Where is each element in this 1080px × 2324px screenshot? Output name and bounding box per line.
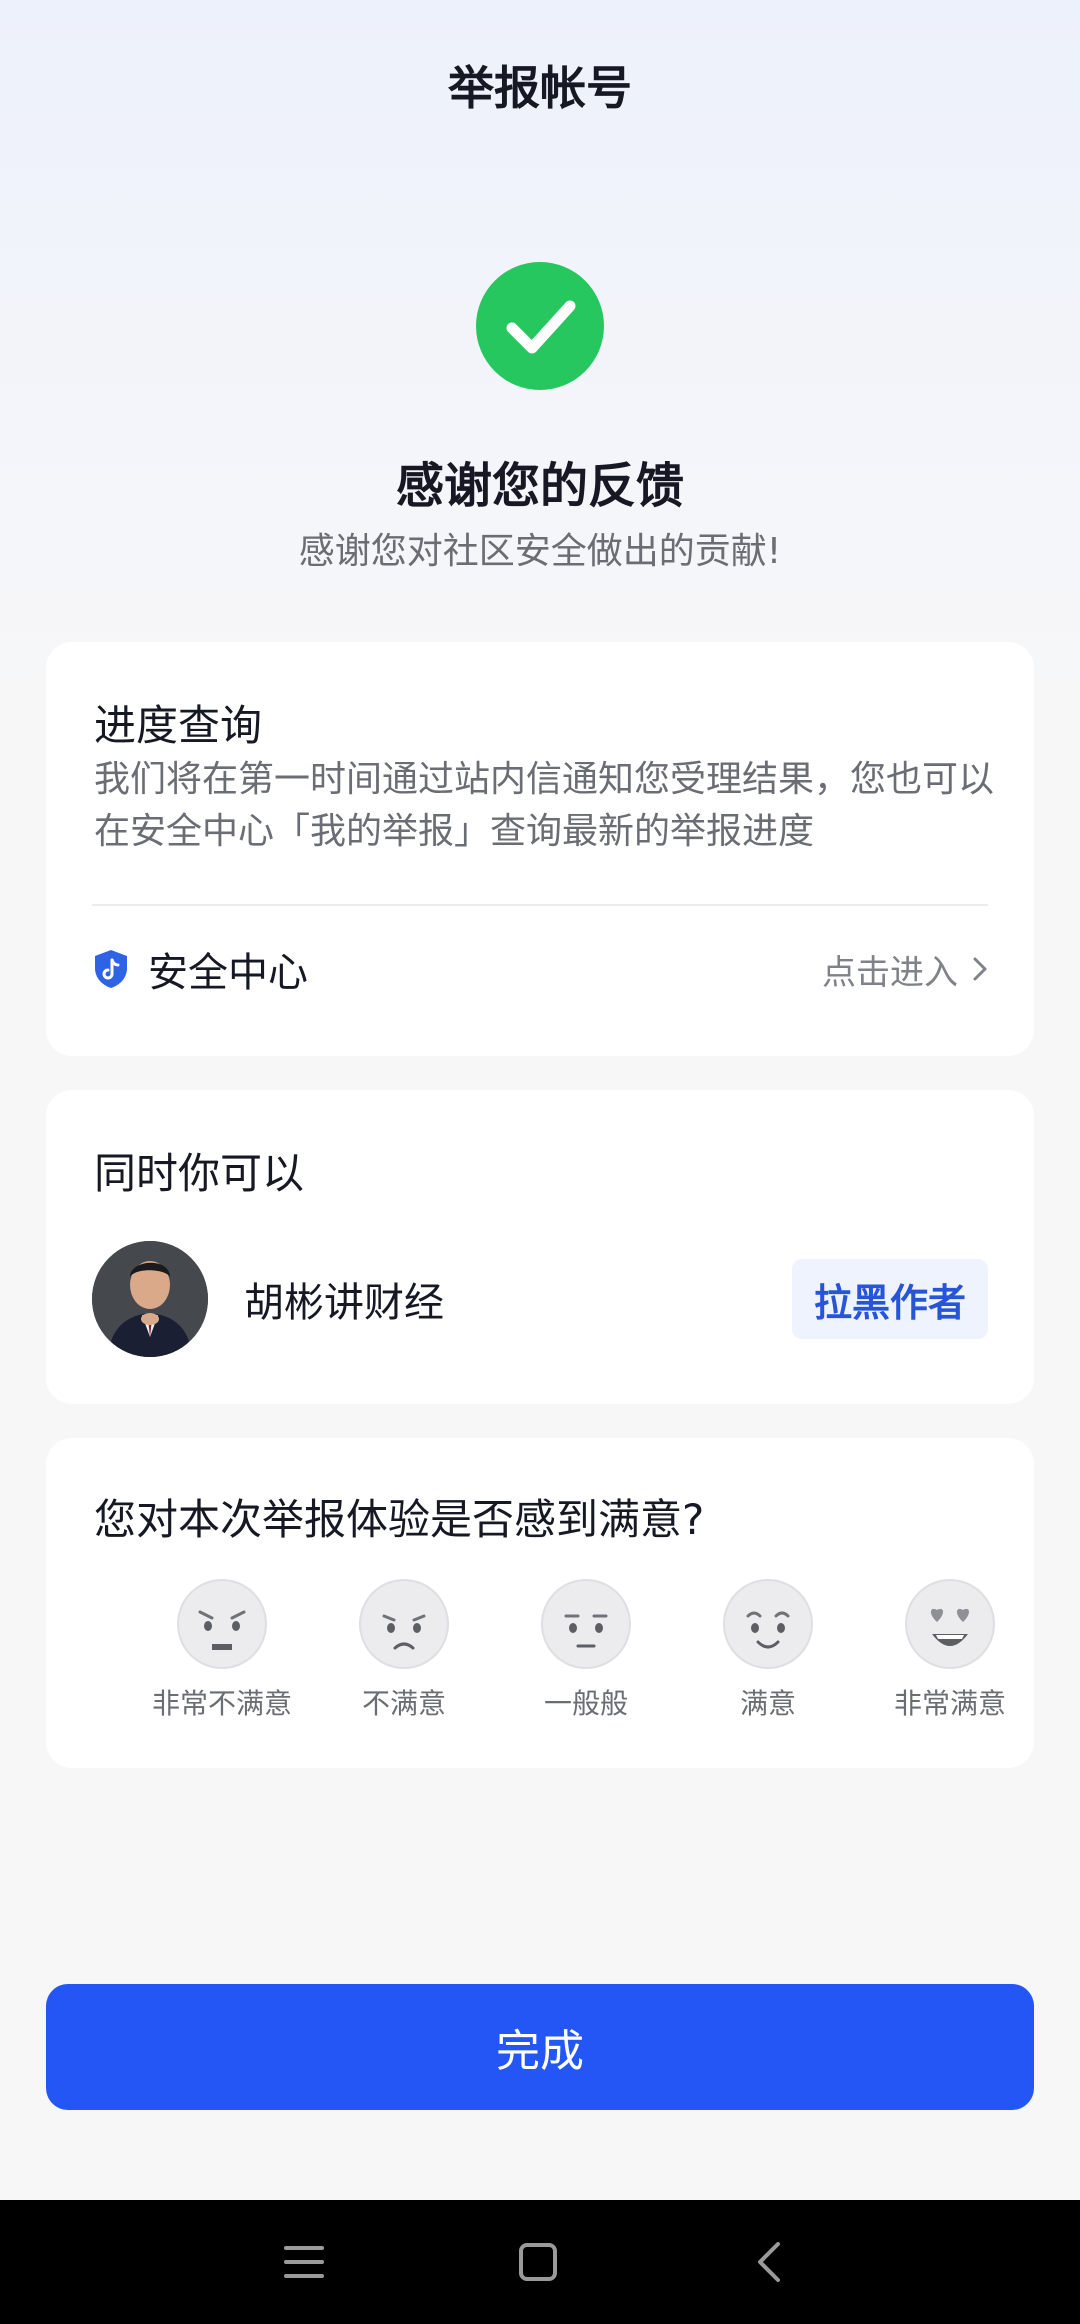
rating-option-unsatisfied[interactable]: 不满意 xyxy=(314,1578,494,1722)
security-center-row[interactable]: 安全中心 点击进入 xyxy=(92,914,988,1024)
system-navigation-bar xyxy=(0,2200,1080,2324)
very-satisfied-face-icon xyxy=(905,1579,995,1669)
very-unsatisfied-face-icon xyxy=(177,1579,267,1669)
rating-label: 非常不满意 xyxy=(151,1687,292,1720)
done-button[interactable]: 完成 xyxy=(46,1984,1034,2110)
success-check-icon xyxy=(476,262,604,390)
neutral-face-icon xyxy=(541,1579,631,1669)
feedback-title: 感谢您的反馈 xyxy=(395,458,684,514)
rating-option-very-satisfied[interactable]: 非常满意 xyxy=(860,1578,1040,1722)
chevron-right-icon xyxy=(972,956,988,982)
author-name: 胡彬讲财经 xyxy=(244,1280,444,1326)
page-title: 举报帐号 xyxy=(448,61,632,115)
rating-label: 不满意 xyxy=(361,1687,446,1720)
satisfied-face-icon xyxy=(723,1579,813,1669)
rating-label: 非常满意 xyxy=(893,1687,1006,1720)
rating-options: 非常不满意 不满意 一般般 满意 非常满意 xyxy=(46,1578,1034,1738)
shield-icon xyxy=(92,948,130,990)
security-center-action-label: 点击进入 xyxy=(822,952,958,993)
survey-card: 您对本次举报体验是否感到满意? 非常不满意 不满意 一般般 满意 非常满意 xyxy=(46,1438,1034,1768)
progress-card: 进度查询 我们将在第一时间通过站内信通知您受理结果，您也可以在安全中心「我的举报… xyxy=(46,642,1034,1056)
rating-label: 一般般 xyxy=(543,1687,628,1720)
block-author-button[interactable]: 拉黑作者 xyxy=(792,1259,988,1339)
feedback-subtitle: 感谢您对社区安全做出的贡献! xyxy=(298,531,782,572)
survey-question: 您对本次举报体验是否感到满意? xyxy=(94,1495,705,1544)
also-card: 同时你可以 胡彬讲财经 拉黑作者 xyxy=(46,1090,1034,1404)
rating-option-satisfied[interactable]: 满意 xyxy=(678,1578,858,1722)
unsatisfied-face-icon xyxy=(359,1579,449,1669)
author-row: 胡彬讲财经 拉黑作者 xyxy=(92,1240,988,1358)
progress-card-title: 进度查询 xyxy=(94,701,263,750)
rating-option-neutral[interactable]: 一般般 xyxy=(496,1578,676,1722)
progress-description: 我们将在第一时间通过站内信通知您受理结果，您也可以在安全中心「我的举报」查询最新… xyxy=(94,759,995,852)
divider xyxy=(92,904,988,906)
avatar[interactable] xyxy=(92,1241,208,1357)
back-icon[interactable] xyxy=(736,2230,800,2294)
menu-icon[interactable] xyxy=(272,2230,336,2294)
security-center-link[interactable]: 点击进入 xyxy=(822,945,988,994)
home-icon[interactable] xyxy=(506,2230,570,2294)
rating-label: 满意 xyxy=(739,1687,796,1720)
rating-option-very-unsatisfied[interactable]: 非常不满意 xyxy=(132,1578,312,1722)
security-center-label: 安全中心 xyxy=(148,950,308,996)
also-card-title: 同时你可以 xyxy=(94,1149,305,1198)
